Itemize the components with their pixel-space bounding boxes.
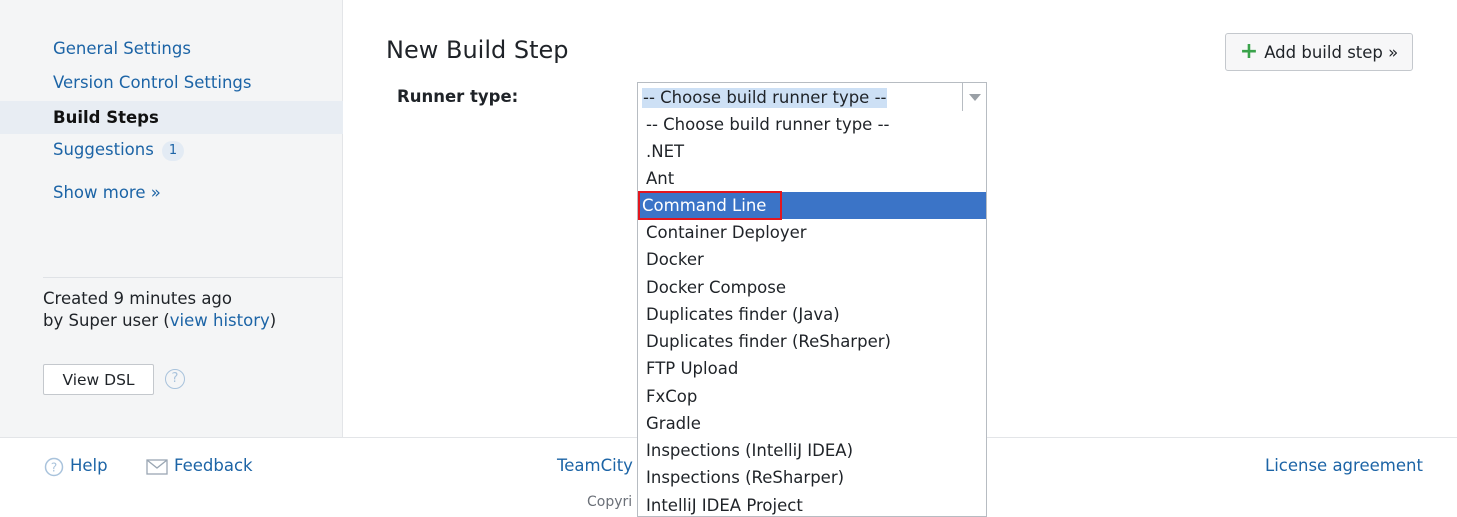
- suggestions-count-badge: 1: [161, 141, 185, 161]
- mail-icon: [146, 459, 168, 475]
- highlighted-option-label: Command Line: [638, 191, 783, 220]
- chevron-down-icon[interactable]: [962, 83, 986, 111]
- created-by-prefix: by Super user (: [43, 311, 170, 330]
- runner-option-duplicates-java[interactable]: Duplicates finder (Java): [638, 301, 986, 328]
- sidebar-item-build-steps[interactable]: Build Steps: [0, 101, 343, 134]
- help-circle-icon: ?: [44, 457, 64, 477]
- sidebar-item-version-control-settings[interactable]: Version Control Settings: [53, 73, 251, 92]
- footer-help-link[interactable]: Help: [70, 456, 108, 475]
- runner-option-choose[interactable]: -- Choose build runner type --: [638, 111, 986, 138]
- runner-option-fxcop[interactable]: FxCop: [638, 383, 986, 410]
- sidebar-item-suggestions[interactable]: Suggestions 1: [53, 140, 185, 161]
- sidebar: General Settings Version Control Setting…: [0, 0, 343, 437]
- show-more-link[interactable]: Show more »: [53, 183, 161, 202]
- svg-text:?: ?: [51, 461, 57, 475]
- sidebar-item-label: Suggestions: [53, 140, 154, 159]
- created-by-text: by Super user (view history): [43, 310, 276, 332]
- runner-option-inspections-intellij[interactable]: Inspections (IntelliJ IDEA): [638, 437, 986, 464]
- sidebar-divider: [43, 277, 343, 278]
- runner-type-label: Runner type:: [397, 87, 519, 106]
- runner-option-docker-compose[interactable]: Docker Compose: [638, 274, 986, 301]
- runner-type-select[interactable]: -- Choose build runner type --: [637, 82, 987, 112]
- runner-type-selected-value: -- Choose build runner type --: [642, 88, 888, 108]
- sidebar-item-general-settings[interactable]: General Settings: [53, 39, 191, 58]
- add-build-step-button[interactable]: + Add build step »: [1225, 33, 1413, 71]
- created-time-text: Created 9 minutes ago: [43, 289, 233, 308]
- runner-option-intellij-project[interactable]: IntelliJ IDEA Project: [638, 492, 986, 516]
- runner-type-dropdown-list: -- Choose build runner type -- .NET Ant …: [637, 111, 987, 517]
- runner-option-ftp-upload[interactable]: FTP Upload: [638, 355, 986, 382]
- runner-option-inspections-resharper[interactable]: Inspections (ReSharper): [638, 464, 986, 491]
- created-by-suffix: ): [269, 311, 277, 330]
- page-title: New Build Step: [386, 36, 569, 64]
- view-history-link[interactable]: view history: [170, 311, 270, 330]
- runner-option-command-line[interactable]: Command Line: [638, 191, 986, 220]
- runner-option-ant[interactable]: Ant: [638, 165, 986, 192]
- created-info: Created 9 minutes ago by Super user (vie…: [43, 288, 276, 332]
- add-build-step-label: Add build step »: [1264, 42, 1399, 62]
- footer-feedback-link[interactable]: Feedback: [174, 456, 253, 475]
- runner-option-duplicates-resharper[interactable]: Duplicates finder (ReSharper): [638, 328, 986, 355]
- runner-option-docker[interactable]: Docker: [638, 246, 986, 273]
- help-icon[interactable]: ?: [165, 369, 185, 389]
- footer-teamcity-link[interactable]: TeamCity: [557, 456, 633, 475]
- plus-icon: +: [1239, 39, 1259, 64]
- view-dsl-button[interactable]: View DSL: [43, 364, 154, 395]
- runner-option-gradle[interactable]: Gradle: [638, 410, 986, 437]
- runner-option-dotnet[interactable]: .NET: [638, 138, 986, 165]
- footer-copyright: Copyri: [587, 494, 633, 510]
- footer-license-link[interactable]: License agreement: [1265, 456, 1423, 475]
- runner-option-container-deployer[interactable]: Container Deployer: [638, 219, 986, 246]
